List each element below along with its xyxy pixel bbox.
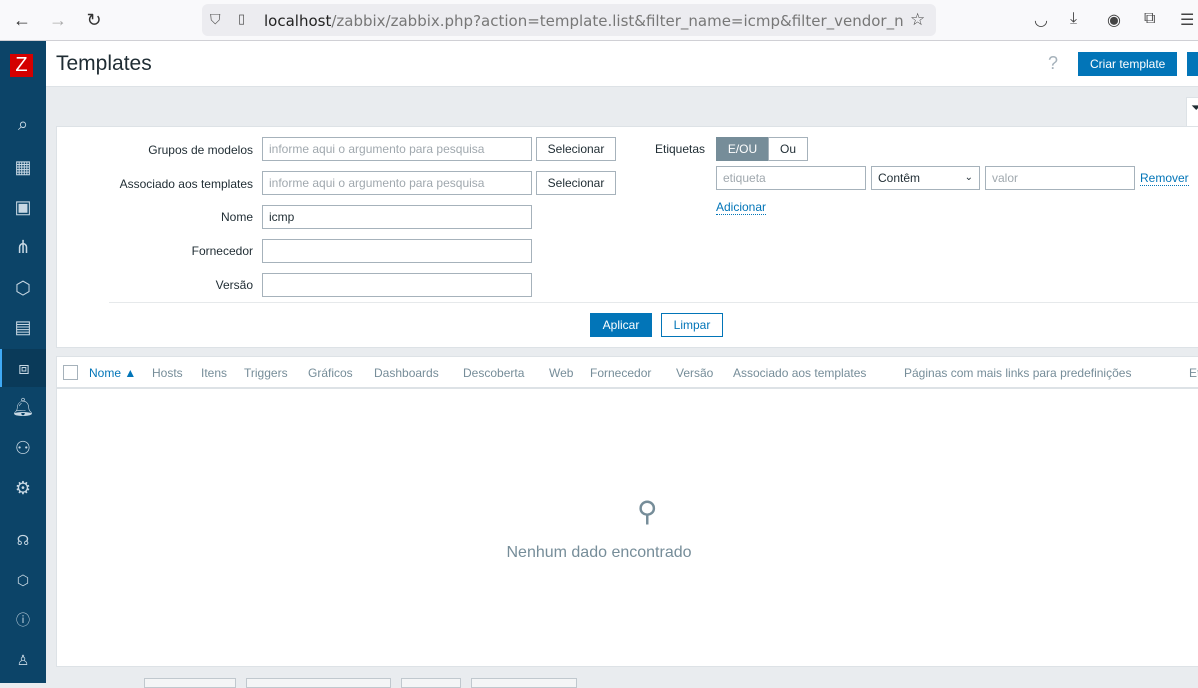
forward-icon[interactable]: → [46, 10, 70, 31]
column-web: Web [549, 366, 574, 380]
column-graphs: Gráficos [308, 366, 353, 380]
services-icon[interactable]: ⋔ [0, 228, 46, 266]
page-header: Templates ? Criar template [46, 41, 1198, 87]
download-icon[interactable]: ⤓ [1070, 10, 1077, 28]
column-linked-to: Páginas com mais links para predefiniçõe… [904, 366, 1132, 380]
column-discovery: Descoberta [463, 366, 525, 380]
browser-toolbar: ← → ↻ ⛉ ▯ localhost/zabbix/zabbix.php?ac… [0, 0, 1198, 41]
apply-button[interactable]: Aplicar [590, 313, 652, 337]
vendor-label: Fornecedor [191, 244, 253, 258]
tags-label: Etiquetas [655, 142, 706, 156]
alerts-icon[interactable]: 🔔︎ [0, 388, 46, 426]
groups-label: Grupos de modelos [148, 143, 253, 157]
select-groups-button[interactable]: Selecionar [536, 137, 616, 161]
select-all-checkbox[interactable] [63, 365, 78, 380]
administration-icon[interactable]: ⚙ [0, 469, 46, 507]
version-input[interactable] [262, 273, 532, 297]
pocket-icon[interactable]: ◡ [1034, 10, 1048, 30]
column-name[interactable]: Nome ▲ [89, 366, 136, 380]
help-icon[interactable]: ⓘ [0, 601, 46, 639]
url-path: /zabbix/zabbix.php?action=template.list&… [331, 12, 904, 30]
dashboard-icon[interactable]: ▦ [0, 148, 46, 186]
tags-or-toggle[interactable]: Ou [768, 137, 808, 161]
mass-action-button[interactable] [144, 678, 236, 688]
mass-action-button[interactable] [471, 678, 577, 688]
filter-icon: ⏷ [1191, 100, 1198, 115]
tag-operator-select[interactable]: Contêm ⌄ [871, 166, 980, 190]
tags-and-or-toggle[interactable]: E/OU [716, 137, 769, 161]
select-linked-button[interactable]: Selecionar [536, 171, 616, 195]
linked-templates-input[interactable]: informe aqui o argumento para pesquisa [262, 171, 532, 195]
divider [109, 302, 1198, 303]
name-input[interactable]: icmp [262, 205, 532, 229]
column-vendor[interactable]: Fornecedor [590, 366, 651, 380]
account-icon[interactable]: ◉ [1107, 10, 1121, 30]
tag-name-input[interactable]: etiqueta [716, 166, 866, 190]
reload-icon[interactable]: ↻ [82, 10, 106, 31]
inventory-icon[interactable]: ⬡ [0, 269, 46, 307]
vendor-input[interactable] [262, 239, 532, 263]
user-settings-icon[interactable]: ♙ [0, 641, 46, 679]
help-button[interactable]: ? [1048, 53, 1058, 74]
empty-message: Nenhum dado encontrado [506, 544, 692, 561]
column-tags: Et [1189, 366, 1198, 380]
integrations-icon[interactable]: ⬡ [0, 561, 46, 599]
mass-action-button[interactable] [401, 678, 461, 688]
url-host: localhost [264, 12, 332, 30]
support-icon[interactable]: ☊ [0, 521, 46, 559]
add-tag-link[interactable]: Adicionar [716, 200, 767, 215]
column-hosts: Hosts [152, 366, 183, 380]
import-button[interactable] [1187, 52, 1198, 76]
data-collection-icon[interactable]: ⧈ [0, 349, 46, 387]
template-groups-input[interactable]: informe aqui o argumento para pesquisa [262, 137, 532, 161]
column-dashboards: Dashboards [374, 366, 439, 380]
search-icon[interactable]: ⌕ [0, 105, 46, 143]
column-version: Versão [676, 366, 714, 380]
filter-panel: Grupos de modelos informe aqui o argumen… [56, 126, 1198, 348]
reset-button[interactable]: Limpar [661, 313, 723, 337]
column-items: Itens [201, 366, 228, 380]
menu-icon[interactable]: ☰ [1180, 10, 1194, 30]
remove-tag-link[interactable]: Remover [1140, 171, 1189, 186]
column-triggers: Triggers [244, 366, 288, 380]
page-title: Templates [56, 52, 152, 75]
name-label: Nome [220, 210, 253, 224]
reports-icon[interactable]: ▤ [0, 308, 46, 346]
monitoring-icon[interactable]: ▣ [0, 188, 46, 226]
version-label: Versão [215, 278, 253, 292]
mass-action-button[interactable] [246, 678, 391, 688]
column-linked-templates: Associado aos templates [733, 366, 867, 380]
tag-value-input[interactable]: valor [985, 166, 1135, 190]
empty-search-icon: ⚲ [637, 496, 658, 527]
shield-icon: ⛉ [210, 11, 221, 27]
chevron-down-icon: ⌄ [964, 172, 973, 183]
filter-tab[interactable]: ⏷ [1186, 97, 1198, 127]
zabbix-logo[interactable]: Z [10, 54, 33, 77]
page-icon: ▯ [238, 11, 246, 26]
operator-value: Contêm [878, 171, 921, 185]
table-header: Nome ▲ Hosts Itens Triggers Gráficos Das… [57, 357, 1198, 389]
bookmark-star-icon[interactable]: ☆ [910, 10, 925, 30]
extensions-icon[interactable]: ⧉ [1144, 10, 1155, 28]
back-icon[interactable]: ← [10, 10, 34, 31]
users-icon[interactable]: ⚇ [0, 429, 46, 467]
templates-table: Nome ▲ Hosts Itens Triggers Gráficos Das… [56, 356, 1198, 667]
create-template-button[interactable]: Criar template [1078, 52, 1178, 76]
address-bar[interactable]: ⛉ ▯ localhost/zabbix/zabbix.php?action=t… [202, 4, 936, 36]
linked-templates-label: Associado aos templates [119, 177, 253, 191]
